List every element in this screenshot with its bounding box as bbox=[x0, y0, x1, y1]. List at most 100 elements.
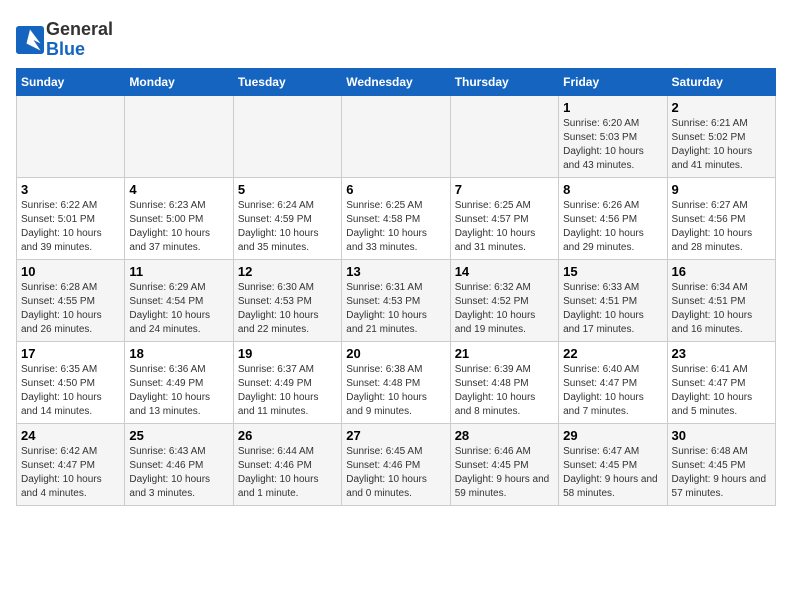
day-number: 1 bbox=[563, 100, 662, 115]
day-info: Sunrise: 6:41 AM Sunset: 4:47 PM Dayligh… bbox=[672, 363, 771, 419]
day-number: 17 bbox=[21, 346, 120, 361]
day-number: 14 bbox=[455, 264, 554, 279]
day-info: Sunrise: 6:32 AM Sunset: 4:52 PM Dayligh… bbox=[455, 281, 554, 337]
day-info: Sunrise: 6:36 AM Sunset: 4:49 PM Dayligh… bbox=[129, 363, 228, 419]
calendar-cell: 28 Sunrise: 6:46 AM Sunset: 4:45 PM Dayli… bbox=[450, 423, 558, 505]
calendar-cell: 30 Sunrise: 6:48 AM Sunset: 4:45 PM Dayli… bbox=[667, 423, 775, 505]
calendar-cell: 22 Sunrise: 6:40 AM Sunset: 4:47 PM Dayli… bbox=[559, 341, 667, 423]
weekday-header-friday: Friday bbox=[559, 68, 667, 95]
calendar-cell: 29Sunrise: 6:47 AM Sunset: 4:45 PM Dayli… bbox=[559, 423, 667, 505]
calendar-cell: 21 Sunrise: 6:39 AM Sunset: 4:48 PM Dayli… bbox=[450, 341, 558, 423]
day-info: Sunrise: 6:27 AM Sunset: 4:56 PM Dayligh… bbox=[672, 199, 771, 255]
day-info: Sunrise: 6:23 AM Sunset: 5:00 PM Dayligh… bbox=[129, 199, 228, 255]
day-info: Sunrise: 6:38 AM Sunset: 4:48 PM Dayligh… bbox=[346, 363, 445, 419]
weekday-header-tuesday: Tuesday bbox=[233, 68, 341, 95]
day-info: Sunrise: 6:31 AM Sunset: 4:53 PM Dayligh… bbox=[346, 281, 445, 337]
calendar-cell bbox=[233, 95, 341, 177]
day-number: 7 bbox=[455, 182, 554, 197]
day-info: Sunrise: 6:22 AM Sunset: 5:01 PM Dayligh… bbox=[21, 199, 120, 255]
day-info: Sunrise: 6:25 AM Sunset: 4:57 PM Dayligh… bbox=[455, 199, 554, 255]
calendar-cell: 14 Sunrise: 6:32 AM Sunset: 4:52 PM Dayli… bbox=[450, 259, 558, 341]
calendar-row-0: 1 Sunrise: 6:20 AM Sunset: 5:03 PM Daylig… bbox=[17, 95, 776, 177]
day-info: Sunrise: 6:46 AM Sunset: 4:45 PM Dayligh… bbox=[455, 445, 554, 501]
calendar-cell: 24 Sunrise: 6:42 AM Sunset: 4:47 PM Dayli… bbox=[17, 423, 125, 505]
day-number: 18 bbox=[129, 346, 228, 361]
day-number: 24 bbox=[21, 428, 120, 443]
calendar-cell: 27Sunrise: 6:45 AM Sunset: 4:46 PM Dayli… bbox=[342, 423, 450, 505]
day-number: 9 bbox=[672, 182, 771, 197]
calendar-cell: 3 Sunrise: 6:22 AM Sunset: 5:01 PM Daylig… bbox=[17, 177, 125, 259]
weekday-header-thursday: Thursday bbox=[450, 68, 558, 95]
calendar-cell: 12 Sunrise: 6:30 AM Sunset: 4:53 PM Dayli… bbox=[233, 259, 341, 341]
day-number: 23 bbox=[672, 346, 771, 361]
calendar-cell: 5Sunrise: 6:24 AM Sunset: 4:59 PM Daylig… bbox=[233, 177, 341, 259]
day-number: 13 bbox=[346, 264, 445, 279]
day-number: 3 bbox=[21, 182, 120, 197]
day-info: Sunrise: 6:28 AM Sunset: 4:55 PM Dayligh… bbox=[21, 281, 120, 337]
weekday-header-row: SundayMondayTuesdayWednesdayThursdayFrid… bbox=[17, 68, 776, 95]
calendar-cell: 18 Sunrise: 6:36 AM Sunset: 4:49 PM Dayli… bbox=[125, 341, 233, 423]
day-number: 16 bbox=[672, 264, 771, 279]
calendar-cell: 7 Sunrise: 6:25 AM Sunset: 4:57 PM Daylig… bbox=[450, 177, 558, 259]
calendar-row-2: 10 Sunrise: 6:28 AM Sunset: 4:55 PM Dayli… bbox=[17, 259, 776, 341]
calendar-cell bbox=[125, 95, 233, 177]
day-number: 4 bbox=[129, 182, 228, 197]
logo: General Blue bbox=[16, 20, 113, 60]
day-info: Sunrise: 6:30 AM Sunset: 4:53 PM Dayligh… bbox=[238, 281, 337, 337]
calendar-cell: 8 Sunrise: 6:26 AM Sunset: 4:56 PM Daylig… bbox=[559, 177, 667, 259]
calendar-cell: 23 Sunrise: 6:41 AM Sunset: 4:47 PM Dayli… bbox=[667, 341, 775, 423]
day-info: Sunrise: 6:42 AM Sunset: 4:47 PM Dayligh… bbox=[21, 445, 120, 501]
calendar-row-3: 17 Sunrise: 6:35 AM Sunset: 4:50 PM Dayli… bbox=[17, 341, 776, 423]
day-info: Sunrise: 6:35 AM Sunset: 4:50 PM Dayligh… bbox=[21, 363, 120, 419]
day-number: 8 bbox=[563, 182, 662, 197]
day-number: 15 bbox=[563, 264, 662, 279]
logo-line1: General bbox=[46, 20, 113, 40]
weekday-header-sunday: Sunday bbox=[17, 68, 125, 95]
calendar-cell: 25Sunrise: 6:43 AM Sunset: 4:46 PM Dayli… bbox=[125, 423, 233, 505]
day-info: Sunrise: 6:33 AM Sunset: 4:51 PM Dayligh… bbox=[563, 281, 662, 337]
calendar-table: SundayMondayTuesdayWednesdayThursdayFrid… bbox=[16, 68, 776, 506]
day-number: 2 bbox=[672, 100, 771, 115]
calendar-cell: 16Sunrise: 6:34 AM Sunset: 4:51 PM Dayli… bbox=[667, 259, 775, 341]
day-info: Sunrise: 6:24 AM Sunset: 4:59 PM Dayligh… bbox=[238, 199, 337, 255]
day-info: Sunrise: 6:40 AM Sunset: 4:47 PM Dayligh… bbox=[563, 363, 662, 419]
calendar-cell: 2 Sunrise: 6:21 AM Sunset: 5:02 PM Daylig… bbox=[667, 95, 775, 177]
day-info: Sunrise: 6:21 AM Sunset: 5:02 PM Dayligh… bbox=[672, 117, 771, 173]
calendar-row-4: 24 Sunrise: 6:42 AM Sunset: 4:47 PM Dayli… bbox=[17, 423, 776, 505]
day-number: 6 bbox=[346, 182, 445, 197]
day-info: Sunrise: 6:39 AM Sunset: 4:48 PM Dayligh… bbox=[455, 363, 554, 419]
calendar-cell bbox=[450, 95, 558, 177]
day-number: 25 bbox=[129, 428, 228, 443]
header: General Blue bbox=[16, 16, 776, 60]
day-number: 28 bbox=[455, 428, 554, 443]
calendar-cell: 13 Sunrise: 6:31 AM Sunset: 4:53 PM Dayli… bbox=[342, 259, 450, 341]
calendar-cell: 15 Sunrise: 6:33 AM Sunset: 4:51 PM Dayli… bbox=[559, 259, 667, 341]
day-number: 27 bbox=[346, 428, 445, 443]
day-number: 20 bbox=[346, 346, 445, 361]
day-info: Sunrise: 6:48 AM Sunset: 4:45 PM Dayligh… bbox=[672, 445, 771, 501]
day-number: 29 bbox=[563, 428, 662, 443]
day-number: 22 bbox=[563, 346, 662, 361]
day-number: 10 bbox=[21, 264, 120, 279]
calendar-cell bbox=[17, 95, 125, 177]
day-number: 12 bbox=[238, 264, 337, 279]
day-number: 21 bbox=[455, 346, 554, 361]
day-info: Sunrise: 6:20 AM Sunset: 5:03 PM Dayligh… bbox=[563, 117, 662, 173]
calendar-body: 1 Sunrise: 6:20 AM Sunset: 5:03 PM Daylig… bbox=[17, 95, 776, 505]
calendar-cell: 17 Sunrise: 6:35 AM Sunset: 4:50 PM Dayli… bbox=[17, 341, 125, 423]
weekday-header-wednesday: Wednesday bbox=[342, 68, 450, 95]
calendar-cell: 10 Sunrise: 6:28 AM Sunset: 4:55 PM Dayli… bbox=[17, 259, 125, 341]
calendar-cell: 4 Sunrise: 6:23 AM Sunset: 5:00 PM Daylig… bbox=[125, 177, 233, 259]
day-number: 11 bbox=[129, 264, 228, 279]
day-number: 30 bbox=[672, 428, 771, 443]
logo-line2: Blue bbox=[46, 40, 113, 60]
calendar-cell: 26Sunrise: 6:44 AM Sunset: 4:46 PM Dayli… bbox=[233, 423, 341, 505]
calendar-header: SundayMondayTuesdayWednesdayThursdayFrid… bbox=[17, 68, 776, 95]
calendar-cell: 11Sunrise: 6:29 AM Sunset: 4:54 PM Dayli… bbox=[125, 259, 233, 341]
calendar-cell: 19Sunrise: 6:37 AM Sunset: 4:49 PM Dayli… bbox=[233, 341, 341, 423]
day-info: Sunrise: 6:25 AM Sunset: 4:58 PM Dayligh… bbox=[346, 199, 445, 255]
calendar-cell bbox=[342, 95, 450, 177]
day-info: Sunrise: 6:26 AM Sunset: 4:56 PM Dayligh… bbox=[563, 199, 662, 255]
calendar-row-1: 3 Sunrise: 6:22 AM Sunset: 5:01 PM Daylig… bbox=[17, 177, 776, 259]
calendar-cell: 1 Sunrise: 6:20 AM Sunset: 5:03 PM Daylig… bbox=[559, 95, 667, 177]
